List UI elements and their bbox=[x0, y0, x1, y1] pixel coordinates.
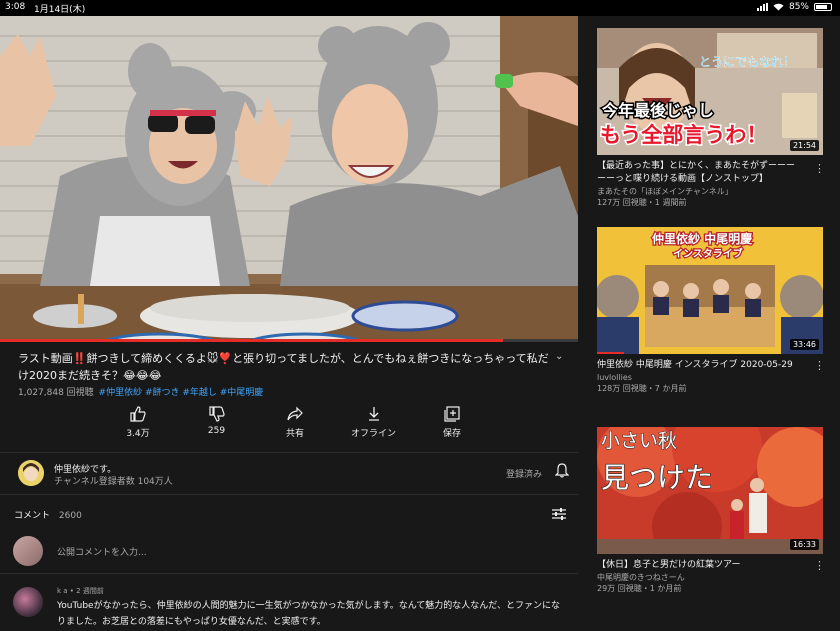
save-button[interactable]: 保存 bbox=[424, 406, 480, 446]
battery-icon bbox=[814, 3, 832, 11]
thumb-overlay-small: とうにでもなれ！ bbox=[699, 55, 795, 69]
video-meta: 1,027,848 回視聴 #仲里依紗 #餅つき #年越し #中尾明慶 bbox=[18, 385, 263, 398]
more-options-icon[interactable]: ⋮ bbox=[814, 560, 825, 571]
status-right: 85% bbox=[756, 2, 832, 12]
save-label: 保存 bbox=[442, 429, 461, 439]
action-row: 3.4万 259 共有 オフライン 保存 bbox=[110, 406, 480, 446]
wifi-icon bbox=[773, 3, 784, 11]
recommended-channel: まあたその「ほぼメインチャンネル」 bbox=[597, 187, 733, 196]
watched-progress bbox=[597, 352, 625, 354]
comment-text: YouTubeがなかったら、仲里依紗の人間的魅力に一生気がつかなかった気がします… bbox=[57, 601, 560, 627]
view-count: 1,027,848 回視聴 bbox=[18, 388, 94, 398]
video-frame bbox=[0, 16, 578, 341]
thumbnail-image: 小さい秋 見つけた bbox=[597, 427, 823, 554]
recommended-channel: 中尾明慶のきつねさーん bbox=[597, 573, 685, 582]
save-playlist-icon bbox=[444, 406, 460, 422]
recommended-info: 128万 回視聴・7 か月前 bbox=[597, 384, 687, 393]
video-thumbnail[interactable]: 仲里依紗 中尾明慶 インスタライブ 33:46 bbox=[597, 227, 823, 354]
video-duration: 16:33 bbox=[789, 539, 819, 550]
subscribed-button[interactable]: 登録済み bbox=[506, 467, 542, 480]
sort-comments-icon[interactable] bbox=[551, 506, 567, 525]
dislike-count: 259 bbox=[207, 426, 226, 436]
commenter-avatar[interactable] bbox=[13, 587, 43, 617]
video-thumbnail[interactable]: とうにでもなれ！ 今年最後じゃし もう全部言うわ！ 21:54 bbox=[597, 28, 823, 155]
signal-icon bbox=[756, 3, 768, 11]
divider bbox=[0, 494, 578, 495]
bell-icon[interactable] bbox=[554, 463, 570, 482]
user-avatar bbox=[13, 536, 43, 566]
thumb-overlay-line2: 見つけた bbox=[601, 461, 713, 494]
recommended-info: 127万 回視聴・1 週間前 bbox=[597, 198, 687, 207]
recommended-video-title: 【休日】息子と男だけの紅葉ツアー bbox=[597, 560, 741, 570]
share-button[interactable]: 共有 bbox=[267, 406, 323, 446]
thumbs-up-icon bbox=[130, 406, 146, 422]
recommended-channel: luvlollies bbox=[597, 373, 632, 382]
thumb-overlay-line1: 今年最後じゃし bbox=[601, 101, 714, 120]
dislike-button[interactable]: 259 bbox=[189, 406, 245, 446]
comments-label: コメント bbox=[14, 511, 51, 521]
recommended-video[interactable]: 小さい秋 見つけた 16:33 【休日】息子と男だけの紅葉ツアー 中尾明慶のきつ… bbox=[597, 427, 825, 594]
recommended-info: 29万 回視聴・1 か月前 bbox=[597, 584, 682, 593]
thumb-overlay-line2: もう全部言うわ！ bbox=[600, 122, 767, 147]
thumbnail-image: 仲里依紗 中尾明慶 インスタライブ bbox=[597, 227, 823, 354]
battery-percent: 85% bbox=[788, 2, 809, 12]
more-options-icon[interactable]: ⋮ bbox=[814, 360, 825, 371]
hashtags[interactable]: #仲里依紗 #餅つき #年越し #中尾明慶 bbox=[99, 388, 264, 398]
divider bbox=[0, 573, 578, 574]
comments-count: 2600 bbox=[58, 511, 82, 521]
status-date: 1月14日(木) bbox=[34, 5, 86, 15]
video-progress-fill bbox=[0, 339, 503, 342]
more-options-icon[interactable]: ⋮ bbox=[814, 163, 825, 174]
status-time: 3:08 bbox=[5, 2, 26, 12]
offline-button[interactable]: オフライン bbox=[346, 406, 402, 446]
thumb-overlay-line1: 仲里依紗 中尾明慶 bbox=[652, 231, 752, 246]
status-bar: 3:08 1月14日(木) 85% bbox=[0, 0, 840, 16]
comment-input[interactable]: 公開コメントを入力... bbox=[57, 545, 147, 558]
thumbs-down-icon bbox=[208, 406, 225, 422]
share-icon bbox=[287, 406, 303, 421]
share-label: 共有 bbox=[285, 429, 304, 439]
thumb-overlay-line2: インスタライブ bbox=[673, 247, 743, 260]
thumb-overlay-line1: 小さい秋 bbox=[601, 430, 677, 452]
video-progress-bar[interactable] bbox=[0, 339, 578, 342]
offline-label: オフライン bbox=[350, 429, 396, 439]
video-duration: 33:46 bbox=[789, 339, 819, 350]
divider bbox=[0, 452, 578, 453]
channel-avatar[interactable] bbox=[18, 460, 44, 486]
video-player[interactable] bbox=[0, 16, 578, 341]
chevron-down-icon[interactable]: ⌄ bbox=[555, 351, 563, 362]
channel-avatar-image bbox=[18, 460, 44, 486]
comment-meta: k a • 2 週間前 bbox=[57, 587, 104, 595]
like-button[interactable]: 3.4万 bbox=[110, 406, 166, 446]
comments-header[interactable]: コメント 2600 bbox=[14, 508, 82, 521]
download-icon bbox=[368, 407, 379, 421]
channel-subscribers: チャンネル登録者数 104万人 bbox=[54, 477, 173, 487]
video-title: ラスト動画‼️餅つきして締めくくるよ🐭❣️と張り切ってましたが、とんでもねぇ餅つ… bbox=[18, 352, 549, 382]
video-thumbnail[interactable]: 小さい秋 見つけた 16:33 bbox=[597, 427, 823, 554]
thumbnail-image: とうにでもなれ！ 今年最後じゃし もう全部言うわ！ bbox=[597, 28, 823, 155]
recommended-video-title: 仲里依紗 中尾明慶 インスタライブ 2020-05-29 bbox=[597, 360, 793, 370]
recommended-video[interactable]: 仲里依紗 中尾明慶 インスタライブ 33:46 仲里依紗 中尾明慶 インスタライ… bbox=[597, 227, 825, 394]
like-count: 3.4万 bbox=[126, 429, 150, 439]
recommended-video[interactable]: とうにでもなれ！ 今年最後じゃし もう全部言うわ！ 21:54 【最近あった事】… bbox=[597, 28, 825, 208]
video-duration: 21:54 bbox=[789, 140, 819, 151]
recommended-video-title: 【最近あった事】とにかく、まあたそがずーーーーーっと喋り続ける動画【ノンストップ… bbox=[597, 161, 796, 184]
